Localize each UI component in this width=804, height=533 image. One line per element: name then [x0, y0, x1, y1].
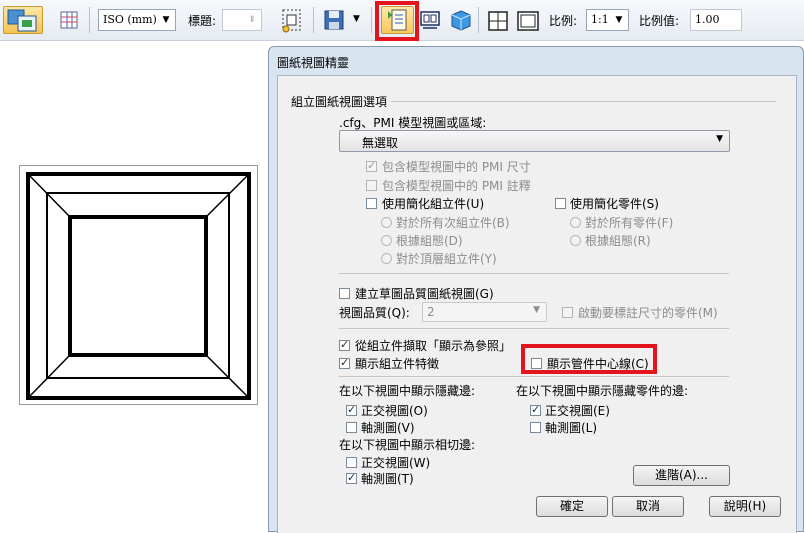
dim-parts-label: 啟動要標註尺寸的零件(M): [578, 306, 718, 320]
drawing-view-frame[interactable]: [19, 165, 258, 405]
assembly-drawing: [26, 172, 251, 400]
all-subassemblies-radio[interactable]: [381, 217, 392, 228]
cfg-label: .cfg、PMI 模型視圖或區域:: [339, 116, 487, 130]
cube-icon: [451, 10, 471, 31]
pmi-notes-label: 包含模型視圖中的 PMI 註釋: [382, 179, 531, 193]
dim-parts-checkbox[interactable]: [562, 307, 573, 318]
layer-grid-button[interactable]: [55, 6, 81, 34]
section-title: 組立圖紙視圖選項: [291, 95, 388, 109]
standard-select[interactable]: ISO (mm) ▼: [98, 9, 176, 31]
scale-value-text: 1.00: [695, 13, 720, 26]
view-quality-select[interactable]: 2 ▼: [422, 302, 547, 322]
show-features-label: 顯示組立件特徵: [355, 357, 440, 371]
cancel-button[interactable]: 取消: [612, 496, 684, 517]
view-layout-icon: [420, 11, 440, 29]
view-layout-button[interactable]: [416, 6, 444, 34]
cfg-value: 無選取: [362, 136, 399, 150]
parts-iso-checkbox[interactable]: [530, 422, 541, 433]
show-reference-checkbox[interactable]: ✓: [339, 338, 350, 351]
draft-quality-checkbox[interactable]: [339, 288, 350, 299]
hidden-iso-checkbox[interactable]: [346, 422, 357, 433]
title-label: 標題:: [188, 14, 217, 28]
section-view-button[interactable]: [484, 6, 511, 34]
section-view-icon: [488, 11, 508, 31]
save-dropdown-button[interactable]: ▼: [348, 6, 366, 34]
tangent-iso-checkbox[interactable]: ✓: [346, 471, 357, 484]
drawing-view-icon: [7, 9, 37, 32]
hidden-ortho-checkbox[interactable]: ✓: [346, 403, 357, 416]
drawing-view-wizard-dialog: 圖紙視圖精靈 組立圖紙視圖選項 .cfg、PMI 模型視圖或區域: 無選取 ▼ …: [268, 46, 804, 533]
tangent-ortho-label: 正交視圖(W): [361, 456, 431, 470]
sheet-frame-icon: [517, 11, 539, 31]
chevron-down-icon: ▼: [162, 15, 170, 25]
scale-value-label: 比例值:: [639, 14, 680, 28]
dialog-body: 組立圖紙視圖選項 .cfg、PMI 模型視圖或區域: 無選取 ▼ ✓ 包含模型視…: [277, 75, 797, 533]
show-reference-label: 從組立件擷取「顯示為參照」: [355, 339, 512, 353]
title-spinner[interactable]: ⇕: [222, 9, 262, 31]
by-config-label-2: 根據組態(R): [585, 234, 651, 248]
all-subassemblies-label: 對於所有次組立件(B): [396, 216, 510, 230]
all-parts-radio[interactable]: [570, 217, 581, 228]
hidden-parts-title: 在以下視圖中顯示隱藏零件的邊:: [516, 384, 689, 398]
spinner-icon: ⇕: [248, 15, 256, 25]
by-config-radio-1[interactable]: [381, 235, 392, 246]
draft-quality-label: 建立草圖品質圖紙視圖(G): [355, 287, 494, 301]
chevron-down-icon: ▼: [353, 14, 360, 24]
pmi-dimensions-checkbox[interactable]: ✓: [366, 159, 377, 172]
save-icon: [324, 10, 344, 30]
tangent-ortho-checkbox[interactable]: [346, 457, 357, 468]
ok-button[interactable]: 確定: [536, 496, 608, 517]
simplified-parts-checkbox[interactable]: [555, 198, 566, 209]
chevron-down-icon: ▼: [533, 305, 540, 315]
chevron-down-icon: ▼: [716, 134, 723, 144]
dialog-title: 圖紙視圖精靈: [277, 56, 350, 70]
parts-iso-label: 軸測圖(L): [545, 421, 598, 435]
advanced-button[interactable]: 進階(A)...: [633, 465, 730, 486]
help-button[interactable]: 說明(H): [709, 496, 781, 517]
3d-view-button[interactable]: [446, 6, 474, 34]
grid-icon: [60, 11, 78, 29]
scale-label: 比例:: [549, 14, 578, 28]
all-parts-label: 對於所有零件(F): [585, 216, 674, 230]
simplified-assembly-checkbox[interactable]: [366, 198, 377, 209]
new-drawing-view-button[interactable]: [3, 6, 43, 34]
wizard-button-highlight: [375, 1, 419, 41]
scale-value: 1:1: [591, 13, 609, 26]
parts-ortho-checkbox[interactable]: ✓: [530, 403, 541, 416]
by-config-radio-2[interactable]: [570, 235, 581, 246]
standard-value: ISO (mm): [103, 13, 157, 26]
by-config-label-1: 根據組態(D): [396, 234, 463, 248]
top-level-label: 對於頂層組立件(Y): [396, 252, 497, 266]
tangent-title: 在以下視圖中顯示相切邊:: [339, 438, 476, 452]
sheet-frame-button[interactable]: [513, 6, 541, 34]
view-quality-label: 視圖品質(Q):: [339, 306, 410, 320]
save-drawing-button[interactable]: [320, 6, 346, 34]
view-quality-value: 2: [427, 305, 435, 319]
show-features-checkbox[interactable]: ✓: [339, 356, 350, 369]
scale-value-field[interactable]: 1.00: [690, 9, 742, 31]
top-level-radio[interactable]: [381, 253, 392, 264]
pmi-notes-checkbox[interactable]: [366, 180, 377, 191]
hidden-ortho-label: 正交視圖(O): [361, 404, 428, 418]
parts-ortho-label: 正交視圖(E): [545, 404, 610, 418]
cfg-select[interactable]: 無選取 ▼: [339, 130, 730, 152]
centerline-option-highlight: [521, 344, 657, 374]
hidden-edges-title: 在以下視圖中顯示隱藏邊:: [339, 384, 476, 398]
crop-view-button[interactable]: [276, 6, 306, 34]
hidden-iso-label: 軸測圖(V): [361, 421, 415, 435]
tangent-iso-label: 軸測圖(T): [361, 472, 414, 486]
scale-select[interactable]: 1:1 ▼: [586, 9, 629, 31]
simplified-parts-label: 使用簡化零件(S): [570, 197, 659, 211]
chevron-down-icon: ▼: [615, 15, 623, 25]
pmi-dimensions-label: 包含模型視圖中的 PMI 尺寸: [382, 160, 531, 174]
simplified-assembly-label: 使用簡化組立件(U): [382, 197, 485, 211]
crop-icon: [282, 9, 301, 33]
